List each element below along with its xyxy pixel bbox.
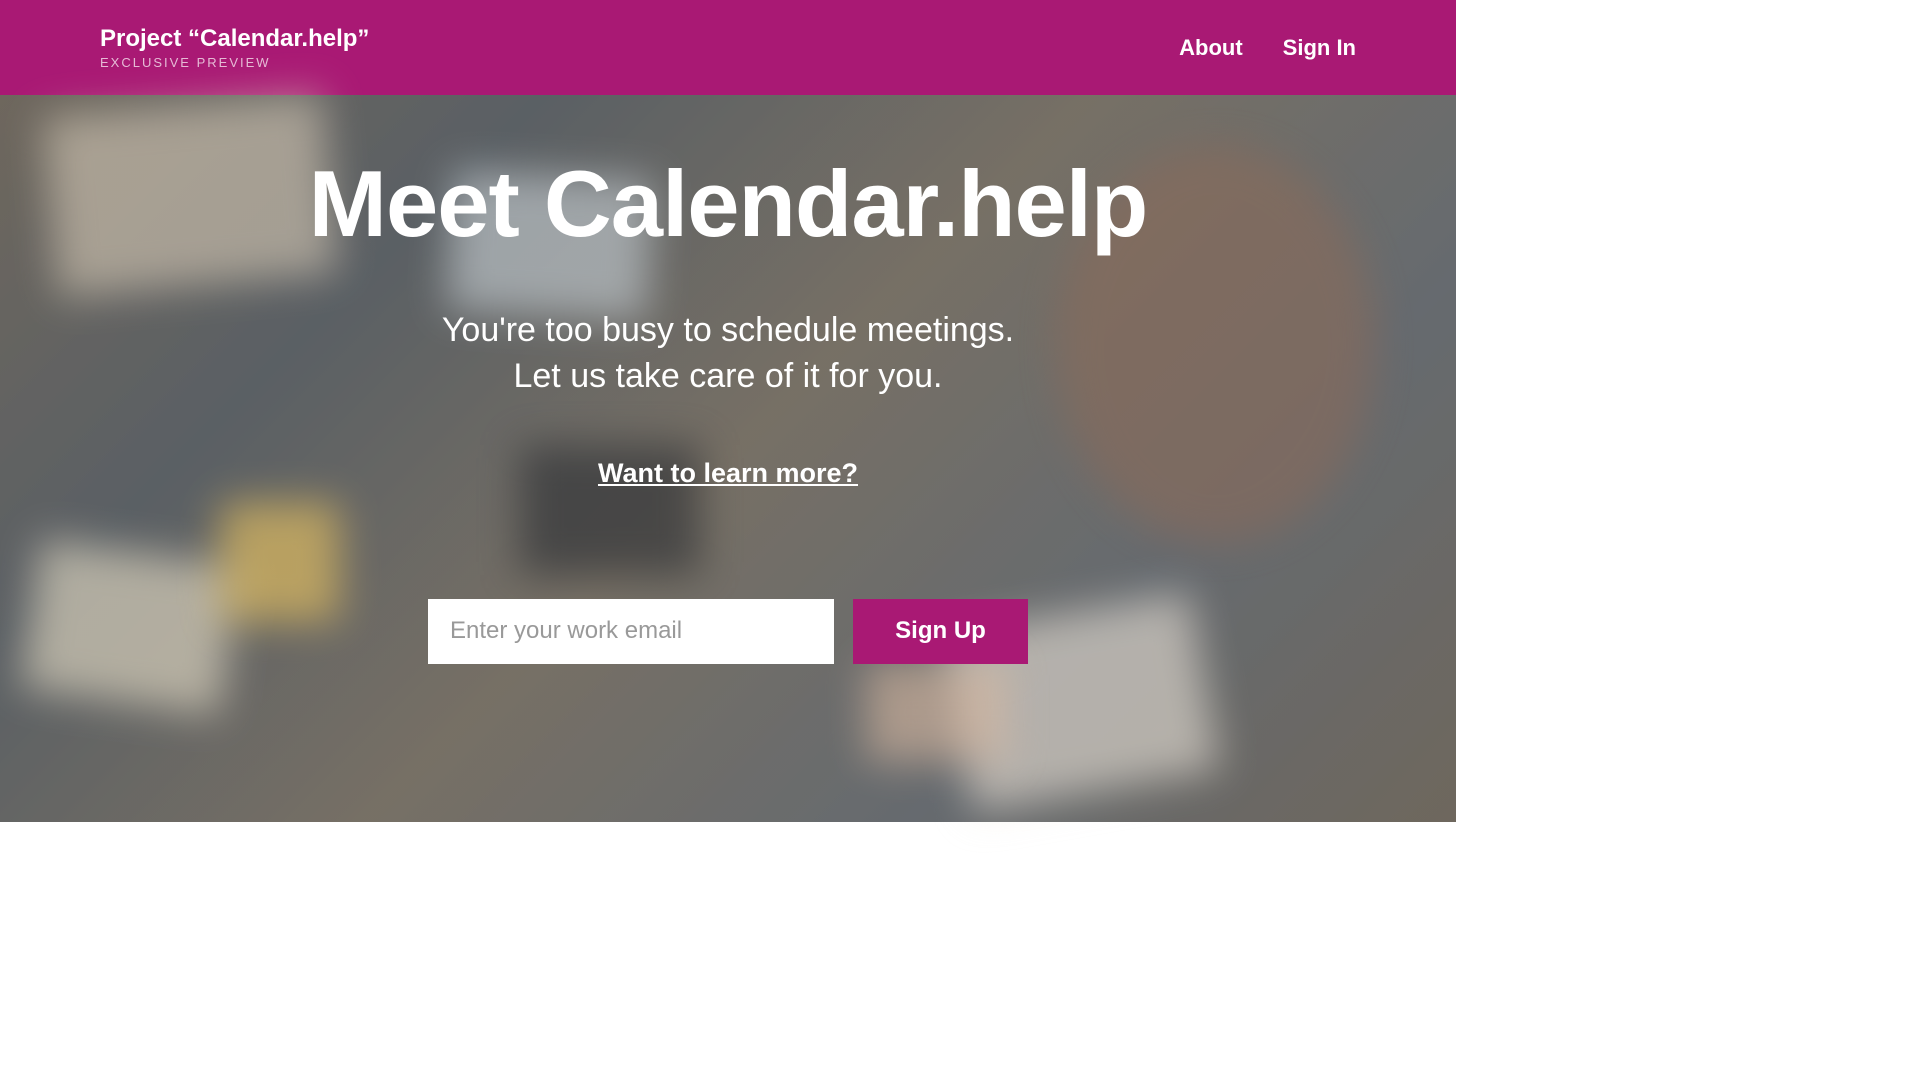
project-title: Project “Calendar.help” (100, 25, 369, 53)
email-input[interactable] (428, 599, 834, 664)
hero-section: Meet Calendar.help You're too busy to sc… (0, 95, 1456, 822)
bg-decoration (866, 662, 1006, 762)
hero-subtitle: You're too busy to schedule meetings. Le… (442, 308, 1014, 400)
hero-content: Meet Calendar.help You're too busy to sc… (0, 150, 1456, 664)
nav-about-link[interactable]: About (1179, 35, 1243, 61)
hero-subtitle-line1: You're too busy to schedule meetings. (442, 311, 1014, 349)
header-branding: Project “Calendar.help” EXCLUSIVE PREVIE… (100, 25, 369, 70)
signup-form: Sign Up (428, 599, 1028, 664)
learn-more-link[interactable]: Want to learn more? (598, 458, 858, 489)
header-nav: About Sign In (1179, 35, 1356, 61)
hero-subtitle-line2: Let us take care of it for you. (513, 357, 942, 395)
nav-signin-link[interactable]: Sign In (1283, 35, 1356, 61)
signup-button[interactable]: Sign Up (853, 599, 1028, 664)
project-subtitle: EXCLUSIVE PREVIEW (100, 55, 369, 70)
hero-title: Meet Calendar.help (309, 150, 1148, 258)
site-header: Project “Calendar.help” EXCLUSIVE PREVIE… (0, 0, 1456, 95)
